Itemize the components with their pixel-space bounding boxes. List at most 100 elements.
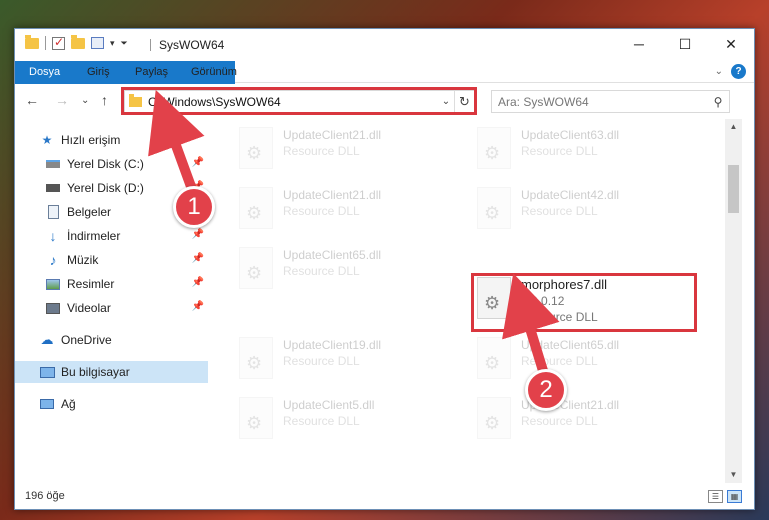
document-icon: [45, 205, 61, 219]
file-type: Resource DLL: [521, 144, 598, 158]
sidebar-item-label: İndirmeler: [67, 229, 121, 243]
scroll-up-icon[interactable]: ▲: [725, 119, 742, 135]
sidebar-item-music[interactable]: ♪ Müzik 📌: [15, 249, 208, 271]
sidebar-item-label: OneDrive: [61, 333, 112, 347]
window-controls: ─ ☐ ✕: [616, 29, 754, 59]
explorer-window: ▾ ⏷ SysWOW64 ─ ☐ ✕ Dosya Giriş Paylaş Gö…: [14, 28, 755, 510]
minimize-button[interactable]: ─: [616, 29, 662, 59]
drive-icon: [45, 157, 61, 171]
ribbon-tabs: Dosya Giriş Paylaş Görünüm ⌄ ?: [15, 61, 754, 111]
address-highlight-box: [121, 87, 477, 115]
tab-giris[interactable]: Giriş: [77, 61, 120, 83]
status-bar: 196 öğe ☰ ▦: [15, 485, 754, 509]
search-input[interactable]: Ara: SysWOW64: [498, 95, 707, 109]
sidebar-item-disk-c[interactable]: Yerel Disk (C:) 📌: [15, 153, 208, 175]
dll-file-icon: ⚙: [239, 187, 273, 229]
pin-icon[interactable]: 📌: [192, 277, 204, 288]
video-icon: [45, 301, 61, 315]
sidebar-item-downloads[interactable]: ↓ İndirmeler 📌: [15, 225, 208, 247]
maximize-button[interactable]: ☐: [662, 29, 708, 59]
step-2-badge: 2: [525, 369, 567, 411]
forward-arrow-icon[interactable]: →: [55, 92, 69, 108]
divider: [45, 36, 46, 50]
large-icons-view-icon[interactable]: ▦: [727, 490, 742, 503]
pin-icon[interactable]: 📌: [192, 301, 204, 312]
vertical-scrollbar[interactable]: ▲ ▼: [725, 119, 742, 483]
list-item[interactable]: ⚙ UpdateClient65.dll Resource DLL: [239, 247, 459, 297]
list-item[interactable]: ⚙ UpdateClient42.dll Resource DLL: [477, 187, 697, 237]
folder-icon: [25, 34, 39, 49]
sidebar-item-videos[interactable]: Videolar 📌: [15, 297, 208, 319]
item-count: 196 öğe: [25, 490, 65, 502]
sidebar-item-quick-access[interactable]: ★ Hızlı erişim: [15, 129, 208, 151]
list-item[interactable]: ⚙ UpdateClient5.dll Resource DLL: [239, 397, 459, 447]
close-button[interactable]: ✕: [708, 29, 754, 59]
list-item[interactable]: ⚙ UpdateClient21.dll Resource DLL: [477, 397, 697, 447]
window-title: SysWOW64: [159, 38, 225, 52]
view-buttons: ☰ ▦: [708, 490, 742, 503]
sidebar-item-network[interactable]: Ağ: [15, 393, 208, 415]
sidebar-item-label: Belgeler: [67, 205, 112, 219]
sidebar-item-label: Hızlı erişim: [61, 133, 121, 147]
file-type: Resource DLL: [283, 414, 360, 428]
search-icon[interactable]: ⚲: [707, 95, 729, 109]
new-folder-icon[interactable]: [71, 34, 85, 49]
sidebar-item-label: Yerel Disk (C:): [67, 157, 144, 171]
file-list: ⚙ UpdateClient21.dll Resource DLL ⚙ Updat…: [223, 121, 725, 477]
dll-file-icon: ⚙: [239, 127, 273, 169]
properties-check-icon[interactable]: [52, 35, 65, 50]
expand-ribbon-icon[interactable]: ⌄: [715, 66, 723, 77]
tab-gorunum[interactable]: Görünüm: [181, 61, 247, 83]
file-type: Resource DLL: [283, 354, 360, 368]
list-item[interactable]: ⚙ UpdateClient65.dll Resource DLL: [477, 337, 697, 387]
back-arrow-icon[interactable]: ←: [25, 92, 39, 108]
list-item[interactable]: ⚙ UpdateClient19.dll Resource DLL: [239, 337, 459, 387]
pin-icon[interactable]: 📌: [192, 229, 204, 240]
up-arrow-icon[interactable]: ↑: [101, 92, 108, 108]
file-name: UpdateClient19.dll: [283, 338, 382, 352]
file-name: UpdateClient42.dll: [521, 188, 620, 202]
file-name: UpdateClient65.dll: [521, 338, 620, 352]
file-type: Resource DLL: [283, 264, 360, 278]
scroll-down-icon[interactable]: ▼: [725, 467, 742, 483]
quick-access-toolbar: ▾ ⏷: [25, 34, 128, 50]
details-view-icon[interactable]: ☰: [708, 490, 723, 503]
file-name: UpdateClient65.dll: [283, 248, 382, 262]
file-type: Resource DLL: [521, 204, 598, 218]
file-highlight-box: [471, 273, 697, 332]
file-name: UpdateClient5.dll: [283, 398, 375, 412]
search-box[interactable]: Ara: SysWOW64 ⚲: [491, 90, 730, 113]
sidebar-item-label: Bu bilgisayar: [61, 365, 130, 379]
sidebar-item-label: Ağ: [61, 397, 76, 411]
sidebar-item-label: Müzik: [67, 253, 99, 267]
sidebar-item-label: Resimler: [67, 277, 115, 291]
sidebar-item-this-pc[interactable]: Bu bilgisayar: [15, 361, 208, 383]
sidebar-item-pictures[interactable]: Resimler 📌: [15, 273, 208, 295]
recent-locations-icon[interactable]: ⌄: [81, 95, 89, 106]
step-1-badge: 1: [173, 186, 215, 228]
drive-icon: [45, 181, 61, 195]
download-icon: ↓: [49, 228, 57, 244]
list-item[interactable]: ⚙ UpdateClient21.dll Resource DLL: [239, 187, 459, 237]
sidebar-item-onedrive[interactable]: ☁ OneDrive: [15, 329, 208, 351]
view-props-icon[interactable]: [91, 37, 104, 49]
title-bar: ▾ ⏷ SysWOW64 ─ ☐ ✕: [15, 29, 754, 61]
pin-icon[interactable]: 📌: [192, 253, 204, 264]
list-item[interactable]: ⚙ UpdateClient21.dll Resource DLL: [239, 127, 459, 177]
customize-toolbar-icon[interactable]: ⏷: [121, 38, 128, 49]
dll-file-icon: ⚙: [239, 337, 273, 379]
music-icon: ♪: [49, 252, 57, 268]
list-item[interactable]: ⚙ UpdateClient63.dll Resource DLL: [477, 127, 697, 177]
network-icon: [39, 397, 55, 411]
sidebar-item-label: Videolar: [67, 301, 111, 315]
file-type: Resource DLL: [283, 144, 360, 158]
dll-file-icon: ⚙: [477, 337, 511, 379]
ribbon-right: ⌄ ?: [715, 64, 746, 79]
tab-paylas[interactable]: Paylaş: [125, 61, 178, 83]
pin-icon[interactable]: 📌: [192, 157, 204, 168]
scrollbar-thumb[interactable]: [728, 165, 739, 213]
file-type: Resource DLL: [521, 354, 598, 368]
file-type: Resource DLL: [283, 204, 360, 218]
help-icon[interactable]: ?: [731, 64, 746, 79]
chevron-down-icon[interactable]: ▾: [110, 38, 115, 49]
